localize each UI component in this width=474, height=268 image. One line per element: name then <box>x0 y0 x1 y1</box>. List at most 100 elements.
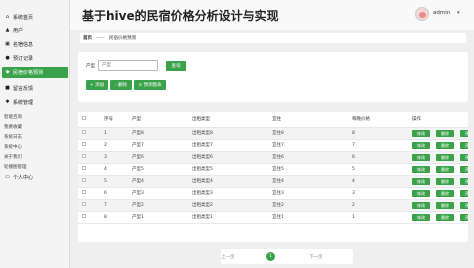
checkbox-icon[interactable] <box>82 190 86 194</box>
cell-livable: 宜住8 <box>268 127 348 140</box>
sidebar-subitem[interactable]: 系统日志 <box>4 134 22 140</box>
delete-row-button[interactable]: 删除 <box>436 165 454 173</box>
cell-type: 产型6 <box>128 151 188 164</box>
row-checkbox[interactable] <box>78 127 100 140</box>
predict-button[interactable]: 预测 <box>460 129 468 137</box>
cell-livable: 宜住4 <box>268 175 348 188</box>
sidebar-item-homestay-info[interactable]: ▣ 名宿信息 <box>2 39 68 50</box>
delete-row-button[interactable]: 删除 <box>436 141 454 149</box>
table-row: 5产型4出租类型4宜住44修改删除预测 <box>78 175 468 188</box>
row-checkbox[interactable] <box>78 199 100 212</box>
cell-index: 4 <box>100 163 128 176</box>
user-icon: ▲ <box>5 27 10 33</box>
delete-button[interactable]: - 删除 <box>110 80 132 90</box>
chevron-down-icon[interactable]: ▾ <box>457 10 460 16</box>
prev-page-button[interactable]: 上一页 <box>221 254 235 260</box>
checkbox-icon[interactable] <box>82 130 86 134</box>
table-row: 8产型1出租类型1宜住11修改删除预测 <box>78 211 468 224</box>
sidebar-item-label: 预订记录 <box>13 56 34 62</box>
avatar[interactable] <box>415 7 429 21</box>
table-row: 1产型8出租类型8宜住88修改删除预测 <box>78 127 468 140</box>
sidebar-subitem[interactable]: 轮播图管理 <box>4 164 27 170</box>
sidebar-item-system-admin[interactable]: ✱ 系统管理 <box>2 97 68 108</box>
cell-type: 产型2 <box>128 199 188 212</box>
edit-button[interactable]: 修改 <box>412 129 430 137</box>
user-name[interactable]: admin <box>433 10 450 16</box>
sidebar-item-label: 系统首页 <box>13 15 34 21</box>
predict-button[interactable]: 预测 <box>460 153 468 161</box>
cell-actions: 修改删除预测 <box>408 151 468 164</box>
prediction-icon: ◆ <box>5 69 10 75</box>
sidebar-item-user[interactable]: ▲ 用户 <box>2 25 68 36</box>
row-checkbox[interactable] <box>78 175 100 188</box>
checkbox-icon[interactable] <box>82 178 86 182</box>
search-input[interactable] <box>98 60 158 71</box>
cell-index: 2 <box>100 139 128 152</box>
table-row: 6产型3出租类型3宜住33修改删除预测 <box>78 187 468 200</box>
cell-rent-type: 出租类型7 <box>188 139 268 152</box>
cell-rent-type: 出租类型8 <box>188 127 268 140</box>
cell-rent-type: 出租类型2 <box>188 199 268 212</box>
edit-button[interactable]: 修改 <box>412 213 430 221</box>
edit-button[interactable]: 修改 <box>412 177 430 185</box>
checkbox-icon[interactable] <box>82 154 86 158</box>
cell-rent-type: 出租类型3 <box>188 187 268 200</box>
delete-row-button[interactable]: 删除 <box>436 189 454 197</box>
checkbox-icon[interactable] <box>82 214 86 218</box>
predict-button[interactable]: 预测 <box>460 189 468 197</box>
delete-row-button[interactable]: 删除 <box>436 129 454 137</box>
next-page-button[interactable]: 下一页 <box>309 254 323 260</box>
predict-button[interactable]: 预测 <box>460 141 468 149</box>
cell-index: 7 <box>100 199 128 212</box>
sidebar-subitem[interactable]: 系统中心 <box>4 144 22 150</box>
sidebar-item-reservations[interactable]: ● 预订记录 <box>2 53 68 64</box>
checkbox-icon[interactable] <box>82 202 86 206</box>
cell-index: 3 <box>100 151 128 164</box>
row-checkbox[interactable] <box>78 151 100 164</box>
sidebar-subitem[interactable]: 智能咨询 <box>4 114 22 120</box>
edit-button[interactable]: 修改 <box>412 165 430 173</box>
edit-button[interactable]: 修改 <box>412 201 430 209</box>
column-header: 宜住 <box>268 112 348 128</box>
sidebar-subitem[interactable]: 关于我们 <box>4 154 22 160</box>
predict-button[interactable]: 预测 <box>460 177 468 185</box>
cell-livable: 宜住3 <box>268 187 348 200</box>
delete-row-button[interactable]: 删除 <box>436 201 454 209</box>
edit-button[interactable]: 修改 <box>412 189 430 197</box>
delete-row-button[interactable]: 删除 <box>436 177 454 185</box>
breadcrumb-home[interactable]: 首页 <box>83 35 92 41</box>
cell-rent-type: 出租类型6 <box>188 151 268 164</box>
add-button[interactable]: + 添加 <box>86 80 108 90</box>
sidebar-item-price-prediction[interactable]: ◆ 民宿价格预测 <box>2 67 68 78</box>
table-row: 3产型6出租类型6宜住66修改删除预测 <box>78 151 468 164</box>
cell-index: 5 <box>100 175 128 188</box>
sidebar-item-home[interactable]: ⌂ 系统首页 <box>2 12 68 23</box>
predict-button[interactable]: 预测 <box>460 201 468 209</box>
predict-button[interactable]: 预测 <box>460 165 468 173</box>
sidebar-item-personal-center[interactable]: ▭ 个人中心 <box>2 172 68 183</box>
prediction-chart-button[interactable]: ⊙ 预测图表 <box>134 80 166 90</box>
cell-livable: 宜住5 <box>268 163 348 176</box>
edit-button[interactable]: 修改 <box>412 141 430 149</box>
sidebar-item-feedback[interactable]: ■ 留言反馈 <box>2 83 68 94</box>
select-all-checkbox[interactable] <box>78 112 100 128</box>
delete-row-button[interactable]: 删除 <box>436 213 454 221</box>
search-button[interactable]: 查询 <box>166 61 186 71</box>
checkbox-icon[interactable] <box>82 166 86 170</box>
row-checkbox[interactable] <box>78 187 100 200</box>
cell-actions: 修改删除预测 <box>408 199 468 212</box>
row-checkbox[interactable] <box>78 211 100 224</box>
edit-button[interactable]: 修改 <box>412 153 430 161</box>
sidebar-item-label: 用户 <box>13 28 24 34</box>
predict-button[interactable]: 预测 <box>460 213 468 221</box>
current-page[interactable]: 1 <box>266 252 275 261</box>
delete-row-button[interactable]: 删除 <box>436 153 454 161</box>
column-header: 出租类型 <box>188 112 268 128</box>
cell-livable: 宜住6 <box>268 151 348 164</box>
row-checkbox[interactable] <box>78 139 100 152</box>
checkbox-icon[interactable] <box>82 142 86 146</box>
sidebar-subitem[interactable]: 我要收藏 <box>4 124 22 130</box>
row-checkbox[interactable] <box>78 163 100 176</box>
cell-actions: 修改删除预测 <box>408 139 468 152</box>
cell-price: 2 <box>348 199 408 212</box>
